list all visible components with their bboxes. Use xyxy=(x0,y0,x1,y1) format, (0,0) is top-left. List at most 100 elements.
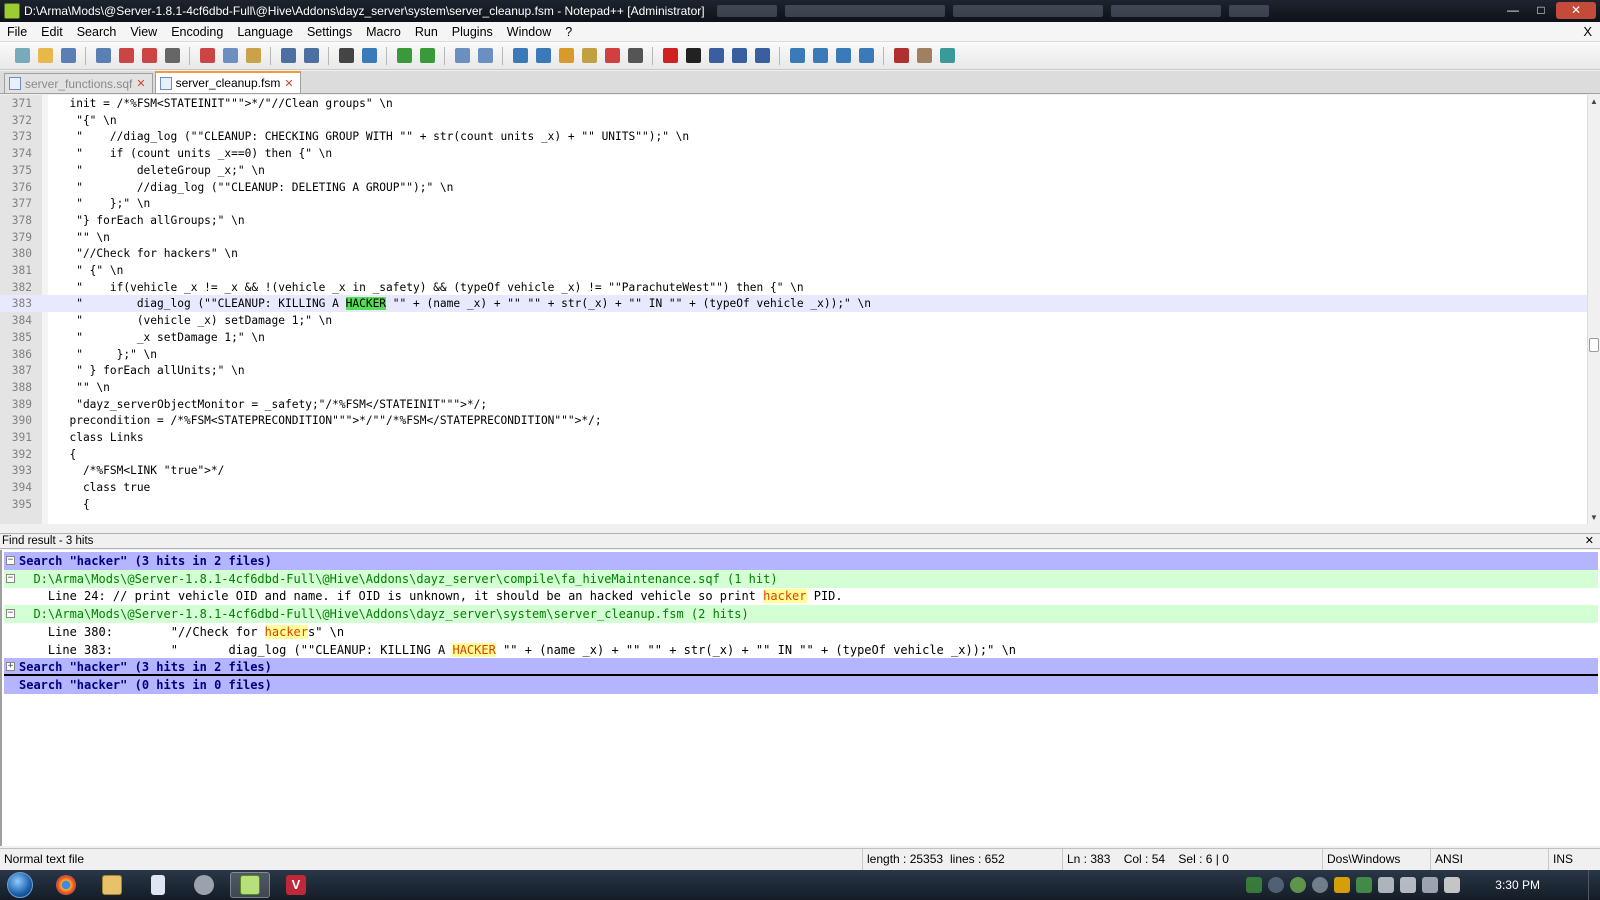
indent-guide-icon[interactable] xyxy=(556,46,576,66)
menu-run[interactable]: Run xyxy=(408,25,445,39)
menu-search[interactable]: Search xyxy=(70,25,124,39)
steam-tray-icon[interactable] xyxy=(1268,877,1284,893)
collapse-icon[interactable]: − xyxy=(6,609,15,619)
tab-close-icon[interactable]: ✕ xyxy=(284,77,293,90)
taskbar-notepadpp[interactable] xyxy=(230,872,270,898)
expand-icon[interactable]: + xyxy=(6,662,15,672)
record-macro-icon[interactable] xyxy=(660,46,680,66)
spellcheck-toggle-icon[interactable] xyxy=(914,46,934,66)
drive-tray-icon[interactable] xyxy=(1334,877,1350,893)
maximize-button[interactable]: □ xyxy=(1528,2,1554,19)
find-hit-line[interactable]: Line 383: " diag_log (""CLEANUP: KILLING… xyxy=(4,641,1598,659)
run-macro-multiple-icon[interactable] xyxy=(729,46,749,66)
volume-icon[interactable] xyxy=(1400,877,1416,893)
code-line[interactable]: 378 "} forEach allGroups;" \n xyxy=(0,212,1587,229)
menu-language[interactable]: Language xyxy=(230,25,300,39)
expand-all-icon[interactable] xyxy=(856,46,876,66)
stop-macro-icon[interactable] xyxy=(683,46,703,66)
current-code-line[interactable]: 383 " diag_log (""CLEANUP: KILLING A HAC… xyxy=(0,295,1587,313)
undo-icon[interactable] xyxy=(278,46,298,66)
copy-icon[interactable] xyxy=(220,46,240,66)
close-all-icon[interactable] xyxy=(139,46,159,66)
taskbar-document[interactable] xyxy=(138,872,178,898)
code-line[interactable]: 388 "" \n xyxy=(0,379,1587,396)
code-line[interactable]: 376 " //diag_log (""CLEANUP: DELETING A … xyxy=(0,179,1587,196)
replace-icon[interactable] xyxy=(359,46,379,66)
menu-macro[interactable]: Macro xyxy=(359,25,408,39)
save-icon[interactable] xyxy=(58,46,78,66)
prev-bookmark-icon[interactable] xyxy=(810,46,830,66)
start-button[interactable] xyxy=(0,870,40,900)
sync-vertical-icon[interactable] xyxy=(452,46,472,66)
spellcheck-next-icon[interactable] xyxy=(937,46,957,66)
save-all-icon[interactable] xyxy=(93,46,113,66)
collapse-icon[interactable]: − xyxy=(6,573,15,583)
show-all-chars-icon[interactable] xyxy=(533,46,553,66)
find-search-line[interactable]: + Search "hacker" (3 hits in 2 files) xyxy=(4,658,1598,677)
close-find-result-button[interactable]: ✕ xyxy=(1585,534,1594,549)
close-window-button[interactable]: ✕ xyxy=(1556,2,1596,19)
menu-edit[interactable]: Edit xyxy=(34,25,70,39)
code-line[interactable]: 381 " {" \n xyxy=(0,262,1587,279)
monitor-tray-icon[interactable] xyxy=(1356,877,1372,893)
code-line[interactable]: 395 { xyxy=(0,496,1587,513)
find-hit-line[interactable]: Line 380: "//Check for hackers" \n xyxy=(4,623,1598,641)
find-file-line[interactable]: − D:\Arma\Mods\@Server-1.8.1-4cf6dbd-Ful… xyxy=(4,605,1598,624)
cut-icon[interactable] xyxy=(197,46,217,66)
word-wrap-icon[interactable] xyxy=(510,46,530,66)
code-line[interactable]: 379 "" \n xyxy=(0,229,1587,246)
play-macro-icon[interactable] xyxy=(706,46,726,66)
close-icon[interactable] xyxy=(116,46,136,66)
nvidia-tray-icon[interactable] xyxy=(1246,877,1262,893)
taskbar-clock[interactable]: 3:30 PM xyxy=(1495,870,1540,900)
zoom-in-icon[interactable] xyxy=(394,46,414,66)
scroll-up-icon[interactable]: ▲ xyxy=(1588,97,1600,106)
open-file-icon[interactable] xyxy=(35,46,55,66)
menu-window[interactable]: Window xyxy=(500,25,558,39)
show-desktop-button[interactable] xyxy=(1588,870,1600,900)
taskbar-chrome[interactable] xyxy=(46,872,86,898)
app-tray-icon[interactable] xyxy=(1312,877,1328,893)
zoom-out-icon[interactable] xyxy=(417,46,437,66)
code-line[interactable]: 372 "{" \n xyxy=(0,112,1587,129)
taskbar-game[interactable] xyxy=(184,872,224,898)
taskbar-vs[interactable]: V xyxy=(276,872,316,898)
doc-map-icon[interactable] xyxy=(602,46,622,66)
code-line[interactable]: 373 " //diag_log (""CLEANUP: CHECKING GR… xyxy=(0,128,1587,145)
function-list-icon[interactable] xyxy=(625,46,645,66)
usb-tray-icon[interactable] xyxy=(1422,877,1438,893)
code-line[interactable]: 382 " if(vehicle _x != _x && !(vehicle _… xyxy=(0,279,1587,296)
menu-encoding[interactable]: Encoding xyxy=(164,25,230,39)
tab-server-cleanup[interactable]: server_cleanup.fsm ✕ xyxy=(154,71,301,93)
close-document-button[interactable]: X xyxy=(1583,24,1592,39)
sync-horizontal-icon[interactable] xyxy=(475,46,495,66)
minimize-button[interactable]: — xyxy=(1500,2,1526,19)
menu-file[interactable]: File xyxy=(0,25,34,39)
menu-settings[interactable]: Settings xyxy=(300,25,359,39)
menu-plugins[interactable]: Plugins xyxy=(445,25,500,39)
paste-icon[interactable] xyxy=(243,46,263,66)
print-icon[interactable] xyxy=(162,46,182,66)
collapse-all-icon[interactable] xyxy=(787,46,807,66)
find-hit-line[interactable]: Line 24: // print vehicle OID and name. … xyxy=(4,587,1598,605)
find-search-line[interactable]: Search "hacker" (0 hits in 0 files) xyxy=(4,675,1598,694)
flag-tray-icon[interactable] xyxy=(1444,877,1460,893)
find-search-line[interactable]: − Search "hacker" (3 hits in 2 files) xyxy=(4,552,1598,570)
code-line[interactable]: 375 " deleteGroup _x;" \n xyxy=(0,162,1587,179)
menu-help[interactable]: ? xyxy=(558,25,579,39)
taskbar-explorer[interactable] xyxy=(92,872,132,898)
code-line[interactable]: 393 /*%FSM<LINK "true">*/ xyxy=(0,462,1587,479)
editor-scrollbar[interactable]: ▲ ▼ xyxy=(1587,95,1600,524)
code-line[interactable]: 392 { xyxy=(0,446,1587,463)
code-line[interactable]: 371 init = /*%FSM<STATEINIT""">*/"//Clea… xyxy=(0,95,1587,112)
code-editor[interactable]: 371 init = /*%FSM<STATEINIT""">*/"//Clea… xyxy=(0,95,1587,524)
code-line[interactable]: 387 " } forEach allUnits;" \n xyxy=(0,362,1587,379)
code-line[interactable]: 377 " };" \n xyxy=(0,195,1587,212)
find-result-panel[interactable]: − Search "hacker" (3 hits in 2 files) − D:… xyxy=(0,550,1600,846)
find-icon[interactable] xyxy=(336,46,356,66)
next-bookmark-icon[interactable] xyxy=(833,46,853,66)
tab-close-icon[interactable]: ✕ xyxy=(136,77,145,90)
code-line[interactable]: 385 " _x setDamage 1;" \n xyxy=(0,329,1587,346)
scrollbar-thumb[interactable] xyxy=(1589,338,1599,352)
scroll-down-icon[interactable]: ▼ xyxy=(1588,513,1600,522)
